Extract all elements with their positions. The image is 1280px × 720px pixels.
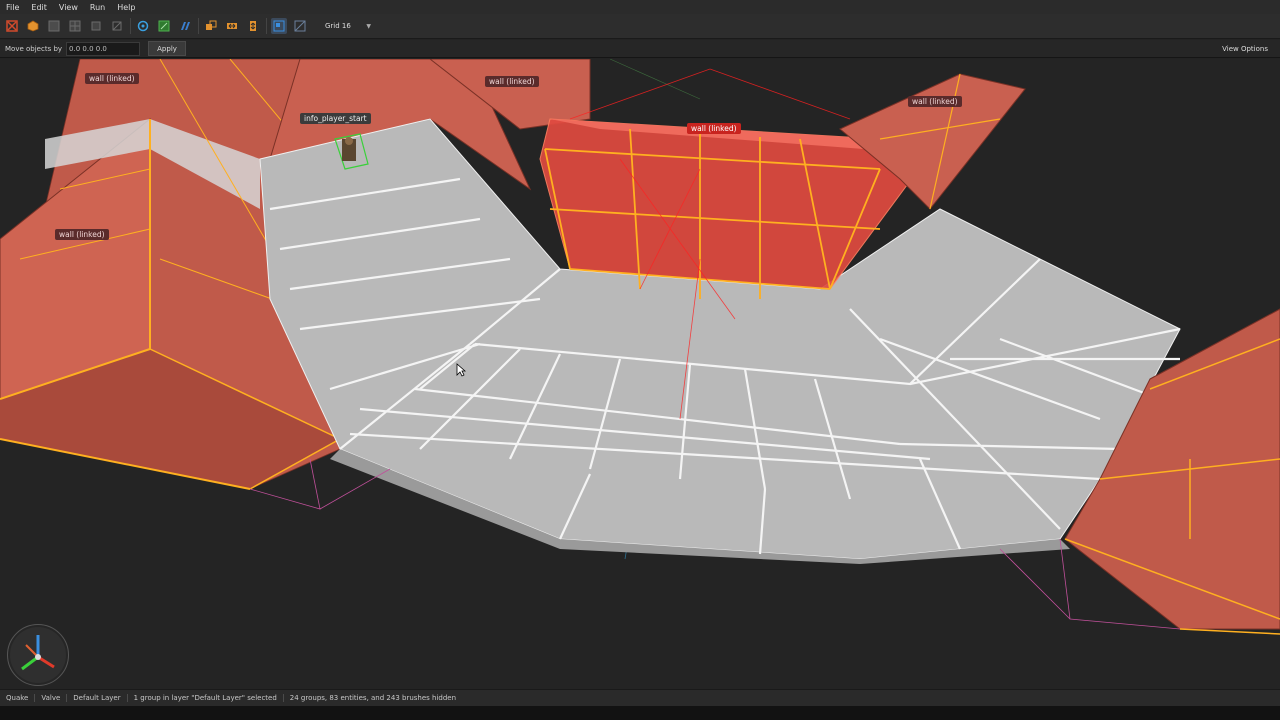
move-objects-input[interactable] (66, 41, 141, 56)
wall-label: wall (linked) (485, 76, 539, 87)
uv-lock-button[interactable] (177, 18, 193, 34)
toolbar-separator (130, 18, 131, 34)
snap-grid-button[interactable] (271, 18, 287, 34)
selected-wall-label: wall (linked) (687, 123, 741, 134)
toolbar-separator (198, 18, 199, 34)
mouse-cursor-icon (456, 363, 466, 377)
rotate-tool-button[interactable] (135, 18, 151, 34)
status-hidden: 24 groups, 83 entities, and 243 brushes … (289, 694, 457, 702)
flip-vertical-button[interactable] (245, 18, 261, 34)
edge-tool-button[interactable] (67, 18, 83, 34)
vertex-tool-icon (48, 20, 60, 32)
move-objects-bar: Move objects by Apply View Options (0, 40, 1280, 58)
grid-size-select[interactable]: Grid 16 ▼ (321, 19, 375, 33)
player-start-label: info_player_start (300, 113, 371, 124)
bottom-strip (0, 706, 1280, 720)
deselect-button[interactable] (4, 18, 20, 34)
status-bar: Quake Valve Default Layer 1 group in lay… (0, 689, 1280, 706)
apply-button[interactable]: Apply (148, 41, 187, 56)
face-tool-button[interactable] (88, 18, 104, 34)
3d-viewport[interactable]: wall (linked) wall (linked) wall (linked… (0, 59, 1280, 689)
toolbar-separator (266, 18, 267, 34)
brush-tool-icon (27, 20, 39, 32)
axis-gizmo[interactable] (7, 624, 69, 686)
status-layer: Default Layer (67, 694, 128, 702)
menu-help[interactable]: Help (111, 3, 141, 12)
chevron-down-icon: ▼ (366, 22, 371, 30)
vertex-tool-button[interactable] (46, 18, 62, 34)
wall-label: wall (linked) (908, 96, 962, 107)
snap-grid-icon (273, 20, 285, 32)
uv-lock-icon (181, 22, 190, 30)
face-tool-icon (91, 21, 101, 31)
clip-tool-button[interactable] (109, 18, 125, 34)
deselect-icon (6, 20, 18, 32)
duplicate-icon (206, 20, 217, 30)
duplicate-button[interactable] (203, 18, 219, 34)
axis-gizmo-icon (21, 635, 55, 671)
status-selection: 1 group in layer "Default Layer" selecte… (128, 694, 284, 702)
toolbar: Grid 16 ▼ (0, 14, 1280, 39)
menu-run[interactable]: Run (84, 3, 111, 12)
flip-vertical-icon (250, 21, 256, 31)
viewport-scene (0, 59, 1280, 635)
flip-horizontal-button[interactable] (224, 18, 240, 34)
status-game: Quake (0, 694, 36, 702)
wall-label: wall (linked) (85, 73, 139, 84)
rotate-tool-icon (137, 20, 149, 32)
menu-file[interactable]: File (0, 3, 25, 12)
wall-label: wall (linked) (55, 229, 109, 240)
edge-tool-icon (69, 20, 81, 32)
menu-bar: File Edit View Run Help (0, 0, 1280, 14)
texture-lock-button[interactable] (156, 18, 172, 34)
show-grid-icon (294, 20, 306, 32)
flip-horizontal-icon (227, 23, 237, 29)
texture-lock-icon (158, 20, 170, 32)
status-format: Valve (35, 694, 68, 702)
menu-edit[interactable]: Edit (25, 3, 53, 12)
view-options-button[interactable]: View Options (1218, 43, 1272, 55)
menu-view[interactable]: View (53, 3, 84, 12)
show-grid-button[interactable] (292, 18, 308, 34)
clip-tool-icon (112, 21, 122, 31)
move-objects-label: Move objects by (5, 44, 63, 53)
grid-size-label: Grid 16 (325, 22, 351, 30)
brush-tool-button[interactable] (25, 18, 41, 34)
